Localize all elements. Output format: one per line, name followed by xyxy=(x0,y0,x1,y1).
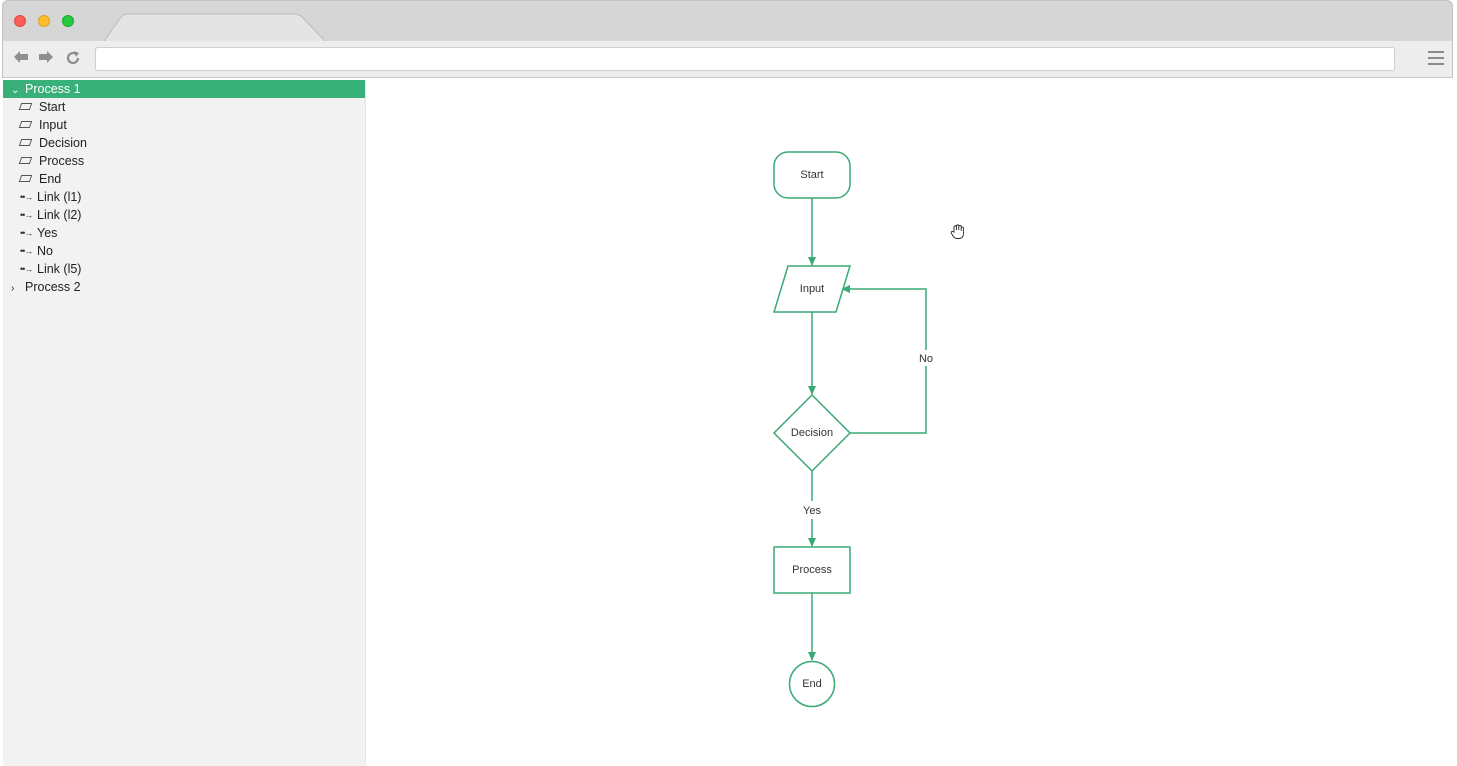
shape-icon xyxy=(18,103,33,111)
link-arrow-icon: ••→ xyxy=(20,263,33,274)
edge-label-no: No xyxy=(919,353,933,365)
node-label-end: End xyxy=(802,678,822,690)
tree-item-no[interactable]: ••→ No xyxy=(3,242,365,260)
tree-item-start[interactable]: Start xyxy=(3,98,365,116)
tree-item-link-l5[interactable]: ••→ Link (l5) xyxy=(3,260,365,278)
tree-item-input[interactable]: Input xyxy=(3,116,365,134)
shape-icon xyxy=(18,121,33,129)
shape-icon xyxy=(18,139,33,147)
edge-no[interactable] xyxy=(841,285,927,434)
tree-item-link-l2[interactable]: ••→ Link (l2) xyxy=(3,206,365,224)
tree-item-yes[interactable]: ••→ Yes xyxy=(3,224,365,242)
browser-tab[interactable] xyxy=(103,13,333,43)
chevron-right-icon[interactable]: › xyxy=(11,280,25,298)
tree-item-label: Link (l1) xyxy=(37,190,82,204)
forward-arrow-icon[interactable] xyxy=(38,50,54,69)
node-start[interactable]: Start xyxy=(773,151,851,199)
tree-item-label: Yes xyxy=(37,226,58,240)
tree-item-label: Input xyxy=(39,118,67,132)
node-decision[interactable]: Decision xyxy=(772,393,852,473)
node-label-start: Start xyxy=(800,169,823,181)
shape-icon xyxy=(18,157,33,165)
tree-item-label: End xyxy=(39,172,62,186)
link-arrow-icon: ••→ xyxy=(20,209,33,220)
node-label-decision: Decision xyxy=(791,427,833,439)
tree-item-label: Process xyxy=(39,154,85,168)
hand-cursor-icon xyxy=(950,224,964,239)
hamburger-menu-icon[interactable] xyxy=(1428,51,1444,69)
tree-item-link-l1[interactable]: ••→ Link (l1) xyxy=(3,188,365,206)
sidebar-tree: ⌄ Process 1 Start Input Decision Process … xyxy=(3,80,366,766)
zoom-window-button[interactable] xyxy=(62,15,74,27)
tree-group-process-2[interactable]: › Process 2 xyxy=(3,278,365,296)
node-process[interactable]: Process xyxy=(773,546,851,594)
close-window-button[interactable] xyxy=(14,15,26,27)
minimize-window-button[interactable] xyxy=(38,15,50,27)
link-arrow-icon: ••→ xyxy=(20,245,33,256)
node-label-input: Input xyxy=(800,283,824,295)
link-arrow-icon: ••→ xyxy=(20,191,33,202)
tree-item-label: Link (l5) xyxy=(37,262,82,276)
tree-item-label: Start xyxy=(39,100,66,114)
tree-item-label: No xyxy=(37,244,53,258)
link-arrow-icon: ••→ xyxy=(20,227,33,238)
tree-group-process-1[interactable]: ⌄ Process 1 xyxy=(3,80,365,98)
tree-item-process[interactable]: Process xyxy=(3,152,365,170)
tree-item-label: Link (l2) xyxy=(37,208,82,222)
node-label-process: Process xyxy=(792,564,832,576)
node-end[interactable]: End xyxy=(788,660,836,708)
tree-item-decision[interactable]: Decision xyxy=(3,134,365,152)
tree-item-label: Decision xyxy=(39,136,87,150)
tree-group-label: Process 1 xyxy=(25,82,81,96)
shape-icon xyxy=(18,175,33,183)
edge-label-yes: Yes xyxy=(803,505,821,517)
node-input[interactable]: Input xyxy=(772,265,852,313)
back-arrow-icon[interactable] xyxy=(13,50,29,69)
tree-group-label: Process 2 xyxy=(25,280,81,294)
diagram-canvas[interactable]: Yes No Start Input Decision Process End xyxy=(366,80,1457,766)
browser-titlebar xyxy=(2,0,1453,43)
reload-icon[interactable] xyxy=(65,50,81,71)
browser-toolbar xyxy=(2,41,1453,78)
url-input[interactable] xyxy=(95,47,1395,71)
tree-item-end[interactable]: End xyxy=(3,170,365,188)
